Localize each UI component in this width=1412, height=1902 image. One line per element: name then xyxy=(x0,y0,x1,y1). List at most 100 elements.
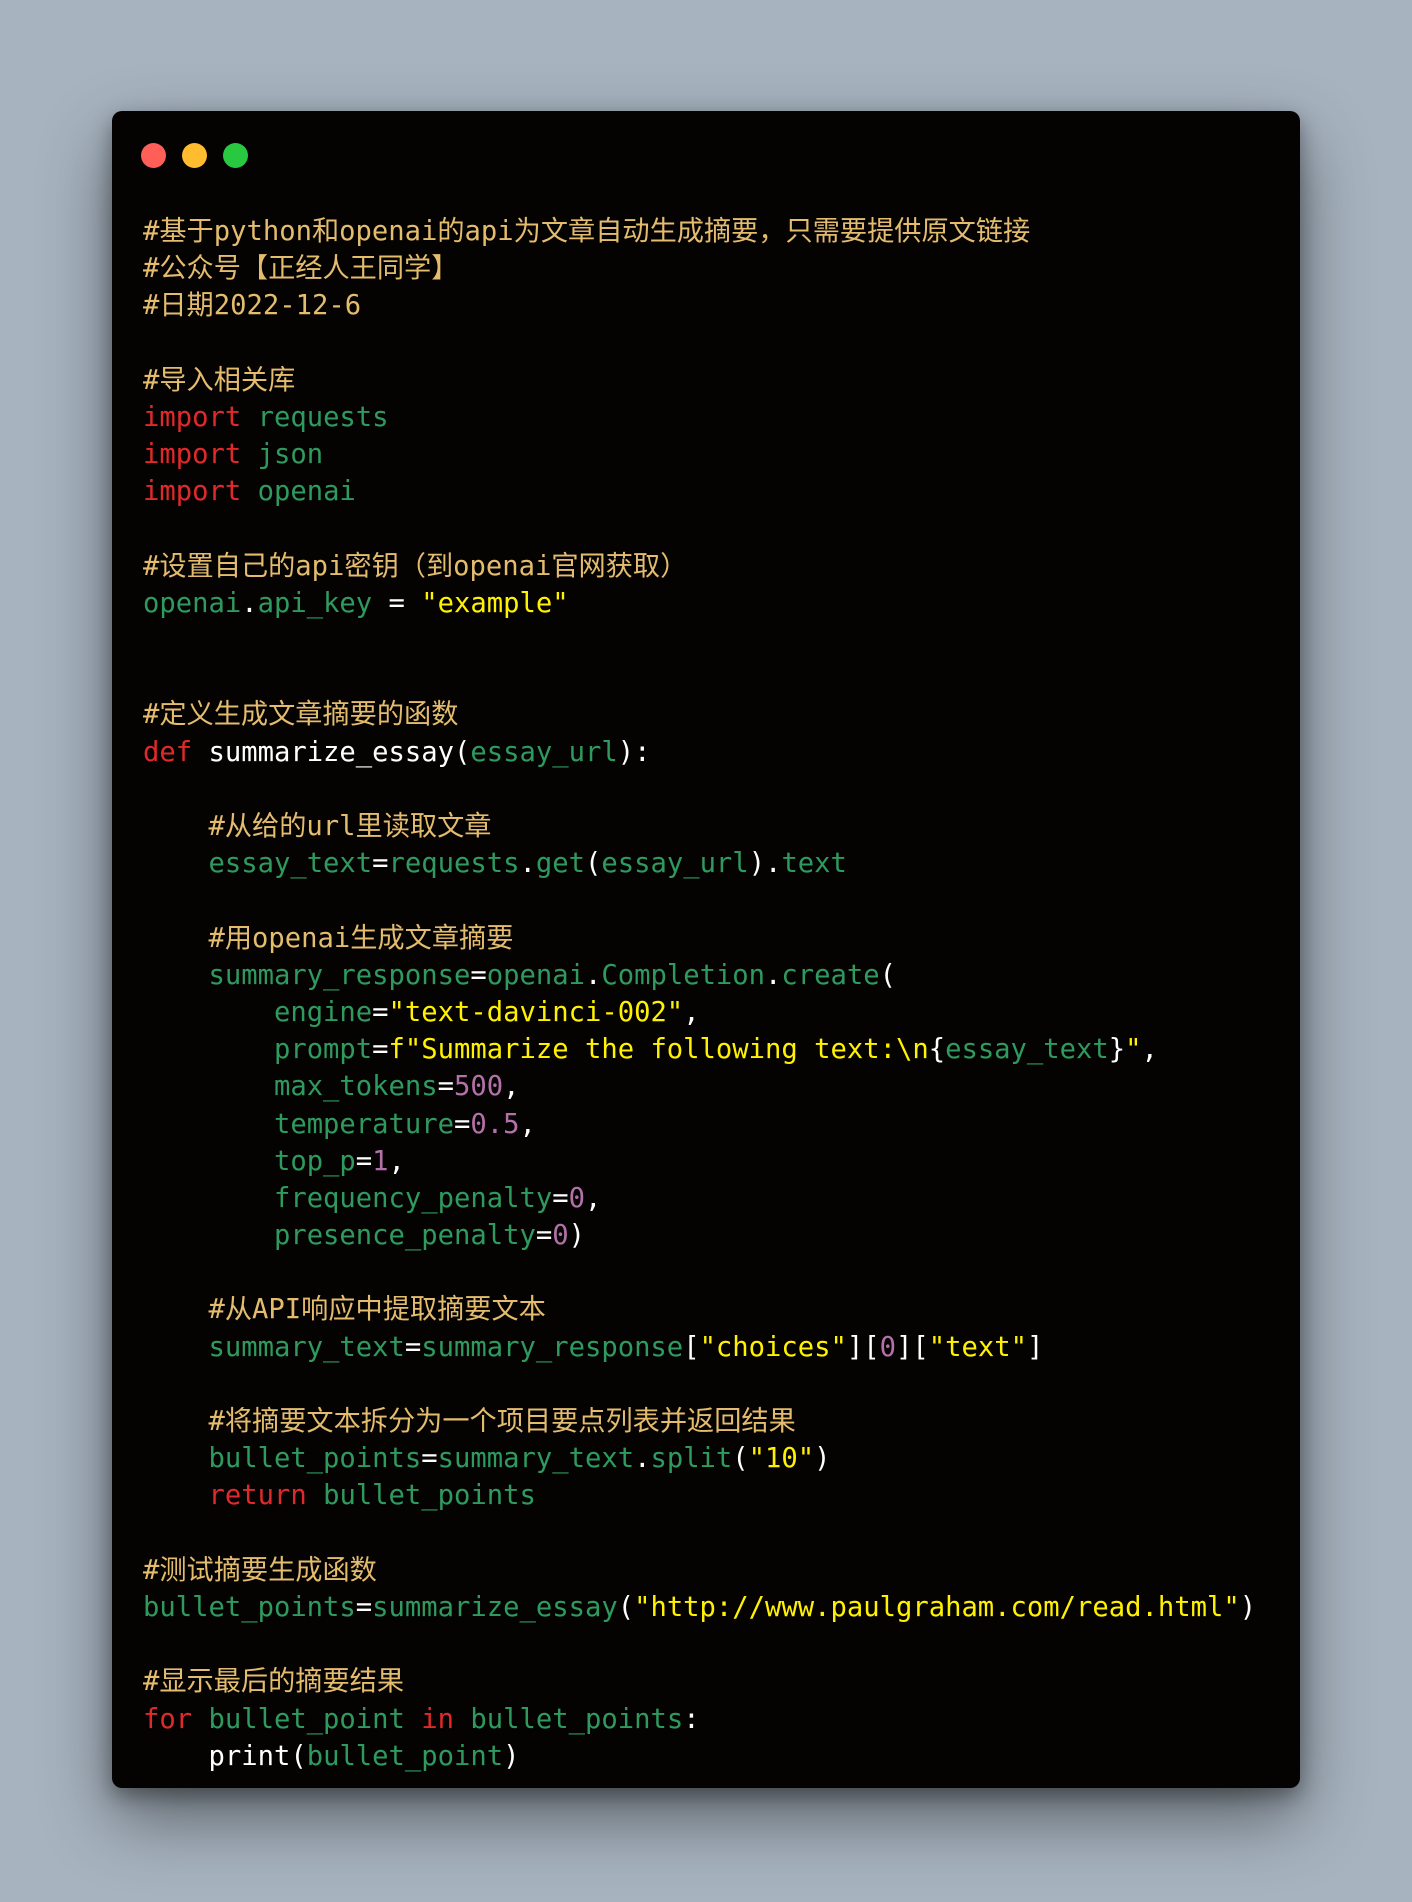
code-token-punctuation: , xyxy=(388,1145,405,1177)
code-line: #用openai生成文章摘要 xyxy=(143,920,1300,957)
code-token-keyword: def xyxy=(143,736,193,768)
code-token-punctuation: = xyxy=(437,1071,455,1103)
code-line: presence_penalty=0) xyxy=(143,1217,1300,1254)
code-token-punctuation xyxy=(143,1109,274,1140)
code-token-number: 0 xyxy=(879,1331,897,1363)
code-token-punctuation: = xyxy=(454,1108,471,1140)
code-token-number: 0 xyxy=(552,1220,569,1252)
code-token-function-name: print xyxy=(208,1740,291,1772)
code-token-string: "text" xyxy=(928,1331,1027,1363)
code-token-punctuation: ( xyxy=(879,959,897,991)
code-line: top_p=1, xyxy=(143,1143,1300,1180)
code-token-comment: #设置自己的api密钥（到openai官网获取） xyxy=(143,550,688,582)
code-line: #基于python和openai的api为文章自动生成摘要，只需要提供原文链接 xyxy=(143,213,1300,250)
code-token-punctuation: [ xyxy=(683,1331,700,1363)
code-token-punctuation xyxy=(143,1741,208,1772)
code-token-punctuation xyxy=(143,1071,274,1102)
code-token-punctuation: = xyxy=(535,1220,553,1252)
code-token-punctuation xyxy=(307,1480,323,1511)
code-token-punctuation: ) xyxy=(503,1740,520,1772)
close-button[interactable] xyxy=(141,143,166,168)
code-token-keyword: import xyxy=(143,401,242,433)
code-block[interactable]: #基于python和openai的api为文章自动生成摘要，只需要提供原文链接 #… xyxy=(143,213,1300,1775)
code-token-punctuation: = xyxy=(421,1443,438,1475)
code-token-identifier: essay_text xyxy=(945,1034,1109,1066)
code-token-identifier: summary_response xyxy=(208,959,471,991)
code-line: import json xyxy=(143,436,1300,473)
code-token-punctuation: ): xyxy=(617,736,651,768)
code-token-identifier: bullet_point xyxy=(306,1740,504,1772)
code-token-punctuation xyxy=(143,811,208,842)
code-line: #导入相关库 xyxy=(143,362,1300,399)
code-line: print(bullet_point) xyxy=(143,1738,1300,1775)
code-token-punctuation xyxy=(192,737,208,768)
code-token-identifier: presence_penalty xyxy=(273,1220,536,1252)
code-token-keyword: import xyxy=(143,476,242,508)
code-token-punctuation xyxy=(143,1443,208,1474)
code-line: summary_response=openai.Completion.creat… xyxy=(143,957,1300,994)
code-token-punctuation: . xyxy=(584,959,602,991)
code-token-punctuation xyxy=(143,1332,208,1363)
code-line: #显示最后的摘要结果 xyxy=(143,1663,1300,1700)
code-token-punctuation: . xyxy=(519,848,536,880)
code-token-keyword: import xyxy=(143,439,242,471)
code-token-identifier: openai xyxy=(257,476,356,508)
code-token-identifier: engine xyxy=(273,996,373,1028)
code-line: def summarize_essay(essay_url): xyxy=(143,734,1300,771)
code-token-identifier: api_key xyxy=(257,587,373,619)
code-token-punctuation xyxy=(143,960,208,991)
code-token-punctuation xyxy=(143,1034,274,1065)
code-token-identifier: top_p xyxy=(273,1145,356,1177)
code-token-punctuation: = xyxy=(372,587,422,619)
code-token-punctuation xyxy=(405,1704,421,1735)
code-token-punctuation: , xyxy=(503,1071,520,1103)
code-token-punctuation: . xyxy=(765,959,782,991)
code-token-identifier: get xyxy=(535,848,585,880)
code-token-identifier: create xyxy=(781,959,880,991)
code-token-punctuation xyxy=(143,1146,274,1177)
code-token-punctuation: ][ xyxy=(896,1331,929,1363)
code-token-string: " xyxy=(1125,1034,1142,1066)
code-line: engine="text-davinci-002", xyxy=(143,994,1300,1031)
code-line: bullet_points=summary_text.split("10") xyxy=(143,1440,1300,1477)
code-token-punctuation xyxy=(143,1294,208,1325)
code-token-keyword: in xyxy=(421,1703,455,1735)
code-token-string: "10" xyxy=(748,1443,815,1475)
code-token-identifier: summarize_essay xyxy=(372,1591,618,1623)
code-line: #测试摘要生成函数 xyxy=(143,1552,1300,1589)
code-token-punctuation: = xyxy=(404,1331,422,1363)
code-token-punctuation: ( xyxy=(290,1740,307,1772)
code-token-number: 0 xyxy=(568,1182,585,1214)
code-token-punctuation xyxy=(143,997,274,1028)
code-token-identifier: bullet_point xyxy=(208,1703,405,1735)
code-token-identifier: split xyxy=(650,1443,733,1475)
maximize-button[interactable] xyxy=(223,143,248,168)
code-token-identifier: requests xyxy=(257,401,389,433)
code-line: temperature=0.5, xyxy=(143,1106,1300,1143)
code-token-punctuation: ) xyxy=(568,1220,585,1252)
code-token-comment: #用openai生成文章摘要 xyxy=(208,922,514,954)
code-token-punctuation xyxy=(454,1704,470,1735)
code-token-identifier: openai xyxy=(486,959,585,991)
code-line: #从API响应中提取摘要文本 xyxy=(143,1291,1300,1328)
code-token-string: "http://www.paulgraham.com/read.html" xyxy=(634,1591,1240,1623)
code-token-comment: #定义生成文章摘要的函数 xyxy=(143,699,459,731)
code-token-punctuation xyxy=(143,1183,274,1214)
code-line: #日期2022-12-6 xyxy=(143,287,1300,324)
code-token-punctuation: = xyxy=(372,1034,389,1066)
code-token-comment: #日期2022-12-6 xyxy=(143,290,362,322)
code-token-punctuation: , xyxy=(584,1182,602,1214)
minimize-button[interactable] xyxy=(182,143,207,168)
code-token-string: "choices" xyxy=(699,1331,847,1363)
code-token-identifier: essay_url xyxy=(601,848,749,880)
code-token-punctuation: ) xyxy=(814,1443,831,1475)
code-token-comment: #显示最后的摘要结果 xyxy=(143,1666,405,1698)
code-token-punctuation: } xyxy=(1108,1034,1126,1066)
code-token-punctuation: = xyxy=(372,996,389,1028)
code-token-comment: #将摘要文本拆分为一个项目要点列表并返回结果 xyxy=(208,1406,796,1437)
code-token-string: f"Summarize the following text:\n xyxy=(388,1034,929,1066)
